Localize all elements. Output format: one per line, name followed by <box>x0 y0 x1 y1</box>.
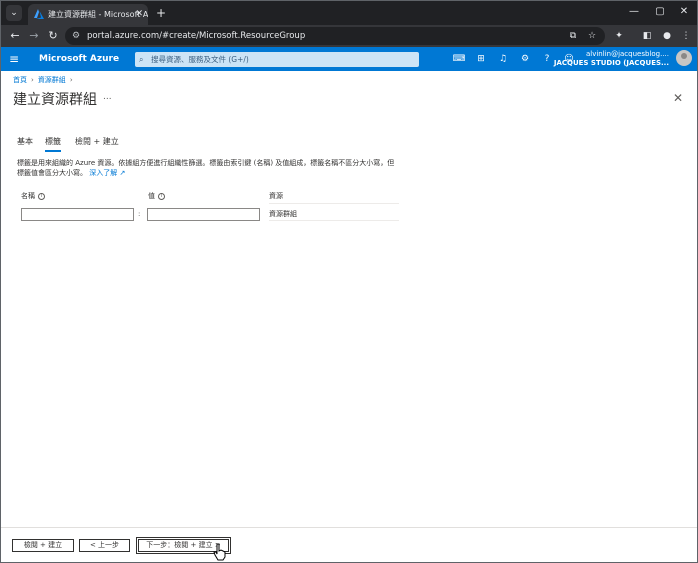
close-window-button[interactable]: ✕ <box>675 4 693 20</box>
learn-more-link[interactable]: 深入了解 ↗ <box>89 169 125 177</box>
breadcrumb-separator: › <box>31 76 34 84</box>
back-arrow-icon[interactable]: ← <box>7 28 23 44</box>
minimize-button[interactable]: — <box>625 4 643 20</box>
tag-name-input[interactable] <box>21 208 134 221</box>
global-search-input[interactable]: ⌕ 搜尋資源、服務及文件 (G+/) <box>135 52 419 67</box>
azure-top-bar: ≡ Microsoft Azure ⌕ 搜尋資源、服務及文件 (G+/) ⌨ ⊞… <box>1 47 697 71</box>
info-icon[interactable]: i <box>158 192 165 200</box>
extensions-icon[interactable]: ✦ <box>611 28 627 44</box>
name-header-label: 名稱 <box>21 192 35 200</box>
review-create-button[interactable]: 檢閱 + 建立 <box>12 539 74 552</box>
tab-strip: ⌄ 建立資源群組 - Microsoft Azure ✕ + — ▢ ✕ <box>1 1 697 25</box>
breadcrumb-resource-groups[interactable]: 資源群組 <box>38 76 66 84</box>
azure-brand[interactable]: Microsoft Azure <box>39 47 119 71</box>
side-panel-icon[interactable]: ◧ <box>639 28 655 44</box>
browser-menu-icon[interactable]: ⋮ <box>678 28 694 44</box>
name-value-separator: : <box>138 210 141 218</box>
portal-menu-icon[interactable]: ≡ <box>9 51 19 67</box>
browser-toolbar: ← → ↻ ⚙ portal.azure.com/#create/Microso… <box>1 25 697 47</box>
tab-close-icon[interactable]: ✕ <box>135 4 143 25</box>
site-info-icon[interactable]: ⚙ <box>72 27 80 45</box>
settings-gear-icon[interactable]: ⚙ <box>517 51 533 67</box>
description-text: 標籤是用來組織的 Azure 資源。依據組方便進行組織性篩選。標籤由索引鍵 (名… <box>17 159 395 177</box>
breadcrumb-home[interactable]: 首頁 <box>13 76 27 84</box>
tab-search-button[interactable]: ⌄ <box>6 5 22 21</box>
value-header-label: 值 <box>148 192 155 200</box>
browser-window: ⌄ 建立資源群組 - Microsoft Azure ✕ + — ▢ ✕ ← →… <box>0 0 698 563</box>
account-menu[interactable]: alvinlin@jacquesblog.... JACQUES STUDIO … <box>554 50 669 68</box>
forward-arrow-icon[interactable]: → <box>26 28 42 44</box>
profile-icon[interactable]: ● <box>659 28 675 44</box>
close-blade-icon[interactable]: ✕ <box>673 91 683 105</box>
browser-tab[interactable]: 建立資源群組 - Microsoft Azure ✕ <box>28 4 148 25</box>
new-tab-button[interactable]: + <box>154 5 168 21</box>
search-icon: ⌕ <box>139 55 144 64</box>
info-icon[interactable]: i <box>38 192 45 200</box>
reload-icon[interactable]: ↻ <box>45 28 61 44</box>
breadcrumb: 首頁 › 資源群組 › <box>13 75 77 85</box>
url-text: portal.azure.com/#create/Microsoft.Resou… <box>87 31 306 41</box>
tab-tags[interactable]: 標籤 <box>45 136 61 152</box>
azure-logo-icon <box>34 9 44 19</box>
hand-cursor-icon <box>213 543 226 561</box>
breadcrumb-separator: › <box>69 76 73 84</box>
previous-button[interactable]: < 上一步 <box>79 539 130 552</box>
grid-divider <box>269 203 399 204</box>
page-title: 建立資源群組 <box>13 92 97 108</box>
more-options-icon[interactable]: ... <box>103 92 112 102</box>
notifications-bell-icon[interactable]: ♫ <box>495 51 511 67</box>
maximize-button[interactable]: ▢ <box>651 4 669 20</box>
footer-divider <box>1 527 697 528</box>
name-column-header: 名稱 i <box>21 191 45 201</box>
tab-title: 建立資源群組 - Microsoft Azure <box>48 10 148 19</box>
account-email: alvinlin@jacquesblog.... <box>585 50 669 58</box>
install-app-icon[interactable]: ⧉ <box>565 28 581 44</box>
cloud-shell-icon[interactable]: ⌨ <box>451 51 467 67</box>
directory-filter-icon[interactable]: ⊞ <box>473 51 489 67</box>
avatar[interactable] <box>676 50 692 66</box>
tag-value-input[interactable] <box>147 208 260 221</box>
resource-column-header: 資源 <box>269 192 283 200</box>
tab-review-create[interactable]: 檢閱 + 建立 <box>75 136 119 150</box>
tab-basics[interactable]: 基本 <box>17 136 33 150</box>
address-bar[interactable]: ⚙ portal.azure.com/#create/Microsoft.Res… <box>65 27 605 45</box>
tags-description: 標籤是用來組織的 Azure 資源。依據組方便進行組織性篩選。標籤由索引鍵 (名… <box>17 158 397 178</box>
help-icon[interactable]: ? <box>539 51 555 67</box>
search-placeholder: 搜尋資源、服務及文件 (G+/) <box>151 55 249 64</box>
bookmark-star-icon[interactable]: ☆ <box>584 28 600 44</box>
account-directory: JACQUES STUDIO (JACQUES... <box>553 59 669 67</box>
value-column-header: 值i <box>148 191 165 201</box>
resource-type-cell[interactable]: 資源群組 <box>269 207 399 221</box>
